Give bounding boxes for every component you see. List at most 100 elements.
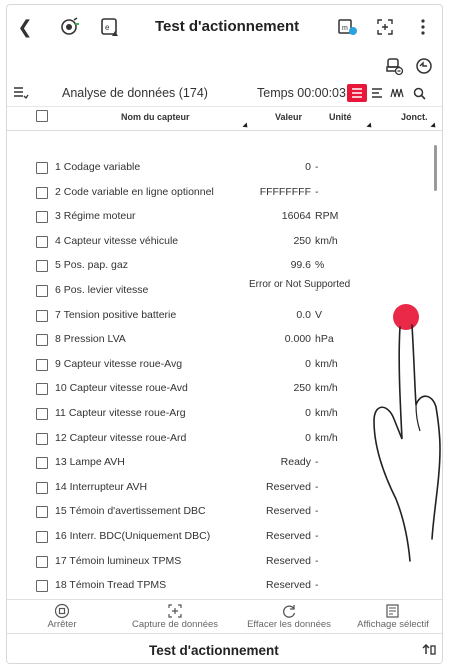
sensor-name: 8 Pression LVA [55, 333, 126, 346]
sensor-value: Error or Not Supported [249, 279, 351, 290]
svg-text:m: m [342, 25, 348, 32]
row-checkbox[interactable] [36, 506, 48, 519]
sensor-name: 4 Capteur vitesse véhicule [55, 234, 179, 247]
refresh-icon [239, 602, 339, 619]
table-row[interactable]: 3 Régime moteur 16064 RPM [7, 204, 442, 229]
row-checkbox[interactable] [36, 580, 48, 593]
list-view-icon[interactable] [347, 84, 367, 102]
row-checkbox[interactable] [36, 555, 48, 568]
capture-icon [115, 602, 235, 619]
sensor-value: Reserved [266, 530, 311, 542]
row-checkbox[interactable] [36, 481, 48, 494]
table-header: Nom du capteur Valeur Unité Jonct. [7, 107, 442, 131]
sensor-unit: km/h [315, 234, 338, 247]
sort-arrow-icon[interactable] [430, 122, 438, 130]
row-checkbox[interactable] [36, 260, 48, 273]
sensor-unit: - [315, 579, 319, 592]
row-checkbox[interactable] [36, 334, 48, 347]
row-checkbox[interactable] [36, 432, 48, 445]
row-checkbox[interactable] [36, 408, 48, 420]
more-vertical-icon[interactable] [412, 16, 434, 38]
tap-hand-icon [373, 304, 441, 562]
graph-view-icon[interactable] [387, 84, 407, 102]
selective-display-label: Affichage sélectif [357, 619, 429, 630]
sensor-unit: % [315, 259, 325, 272]
row-checkbox[interactable] [36, 457, 48, 470]
svg-text:e: e [105, 23, 110, 32]
select-all-checkbox[interactable] [36, 110, 48, 122]
analysis-bar: Analyse de données (174) Temps 00:00:03 [7, 81, 442, 107]
sensor-value: 99.6 [290, 259, 311, 272]
footer-title: Test d'actionnement [149, 643, 279, 658]
row-checkbox[interactable] [36, 531, 48, 543]
vehicle-connect-icon[interactable] [59, 16, 81, 38]
table-row[interactable]: 1 Codage variable 0- [7, 155, 442, 180]
sensor-unit: hPa [315, 333, 334, 346]
row-checkbox[interactable] [36, 162, 48, 174]
sensor-unit: - [315, 505, 319, 518]
table-row[interactable]: 5 Pos. pap. gaz 99.6% [7, 253, 442, 278]
app-window: ❮ e Test d'actionnement m Analyse de don… [6, 4, 443, 664]
sensor-name: 11 Capteur vitesse roue-Arg [55, 407, 186, 419]
car-settings-icon[interactable] [383, 55, 405, 77]
sensor-value: 16064 [281, 210, 311, 223]
filter-list-icon [343, 602, 442, 619]
sensor-unit: - [315, 554, 319, 567]
compact-list-icon[interactable] [367, 84, 387, 102]
sensor-name: 5 Pos. pap. gaz [55, 259, 128, 272]
sensor-value: 0 [305, 161, 311, 173]
sensor-unit: - [315, 456, 319, 469]
row-checkbox[interactable] [36, 285, 48, 297]
sensor-value: 0 [305, 407, 311, 419]
row-checkbox[interactable] [36, 235, 48, 248]
stop-icon [37, 602, 87, 619]
column-unit[interactable]: Unité [329, 112, 352, 122]
chevron-left-icon[interactable]: ❮ [15, 17, 35, 38]
search-icon[interactable] [409, 84, 429, 102]
ev-icon[interactable] [413, 55, 435, 77]
page-title: Test d'actionnement [155, 18, 300, 35]
chip-icon[interactable]: m [336, 16, 358, 38]
bottom-action-bar: Arrêter Capture de données Effacer les d… [7, 599, 442, 633]
row-checkbox[interactable] [36, 211, 48, 224]
sensor-name: 13 Lampe AVH [55, 456, 125, 469]
secondary-toolbar [7, 49, 442, 81]
sensor-value: 0.0 [296, 308, 311, 321]
sort-arrow-icon[interactable] [366, 122, 374, 130]
sensor-unit: km/h [315, 357, 338, 370]
table-row[interactable]: 2 Code variable en ligne optionnel FFFFFF… [7, 180, 442, 205]
screenshot-upload-icon[interactable]: e [99, 16, 121, 38]
menu-list-icon[interactable] [13, 86, 29, 103]
sensor-unit: V [315, 308, 323, 321]
sensor-name: 7 Tension positive batterie [55, 308, 177, 321]
capture-button[interactable]: Capture de données [115, 602, 235, 630]
sensor-value: 0 [305, 431, 311, 444]
clear-data-button[interactable]: Effacer les données [239, 602, 339, 630]
sensor-unit: - [315, 161, 319, 173]
sensor-unit: - [315, 480, 319, 493]
row-checkbox[interactable] [36, 358, 48, 371]
sensor-value: 0.000 [284, 333, 311, 346]
header-actions: m [336, 16, 434, 38]
row-checkbox[interactable] [36, 186, 48, 199]
sensor-name: 12 Capteur vitesse roue-Ard [55, 431, 187, 444]
sensor-name: 15 Témoin d'avertissement DBC [55, 505, 206, 518]
sort-arrow-icon[interactable] [242, 122, 250, 130]
column-name[interactable]: Nom du capteur [121, 112, 190, 122]
table-row[interactable]: 4 Capteur vitesse véhicule 250 km/h [7, 229, 442, 254]
stop-button[interactable]: Arrêter [37, 602, 87, 630]
timer: Temps 00:00:03 [257, 86, 346, 100]
stop-label: Arrêter [47, 619, 77, 630]
sensor-unit: km/h [315, 431, 338, 444]
sensor-value: Reserved [266, 554, 311, 567]
column-value[interactable]: Valeur [275, 112, 302, 122]
expand-icon[interactable] [374, 16, 396, 38]
selective-display-button[interactable]: Affichage sélectif [343, 602, 442, 630]
row-checkbox[interactable] [36, 383, 48, 396]
sensor-value: FFFFFFFF [259, 185, 311, 198]
sensor-name: 1 Codage variable [55, 161, 141, 173]
pin-toggle-icon[interactable] [422, 642, 436, 661]
column-join[interactable]: Jonct. [401, 112, 428, 122]
sensor-name: 18 Témoin Tread TPMS [55, 579, 167, 592]
row-checkbox[interactable] [36, 309, 48, 322]
